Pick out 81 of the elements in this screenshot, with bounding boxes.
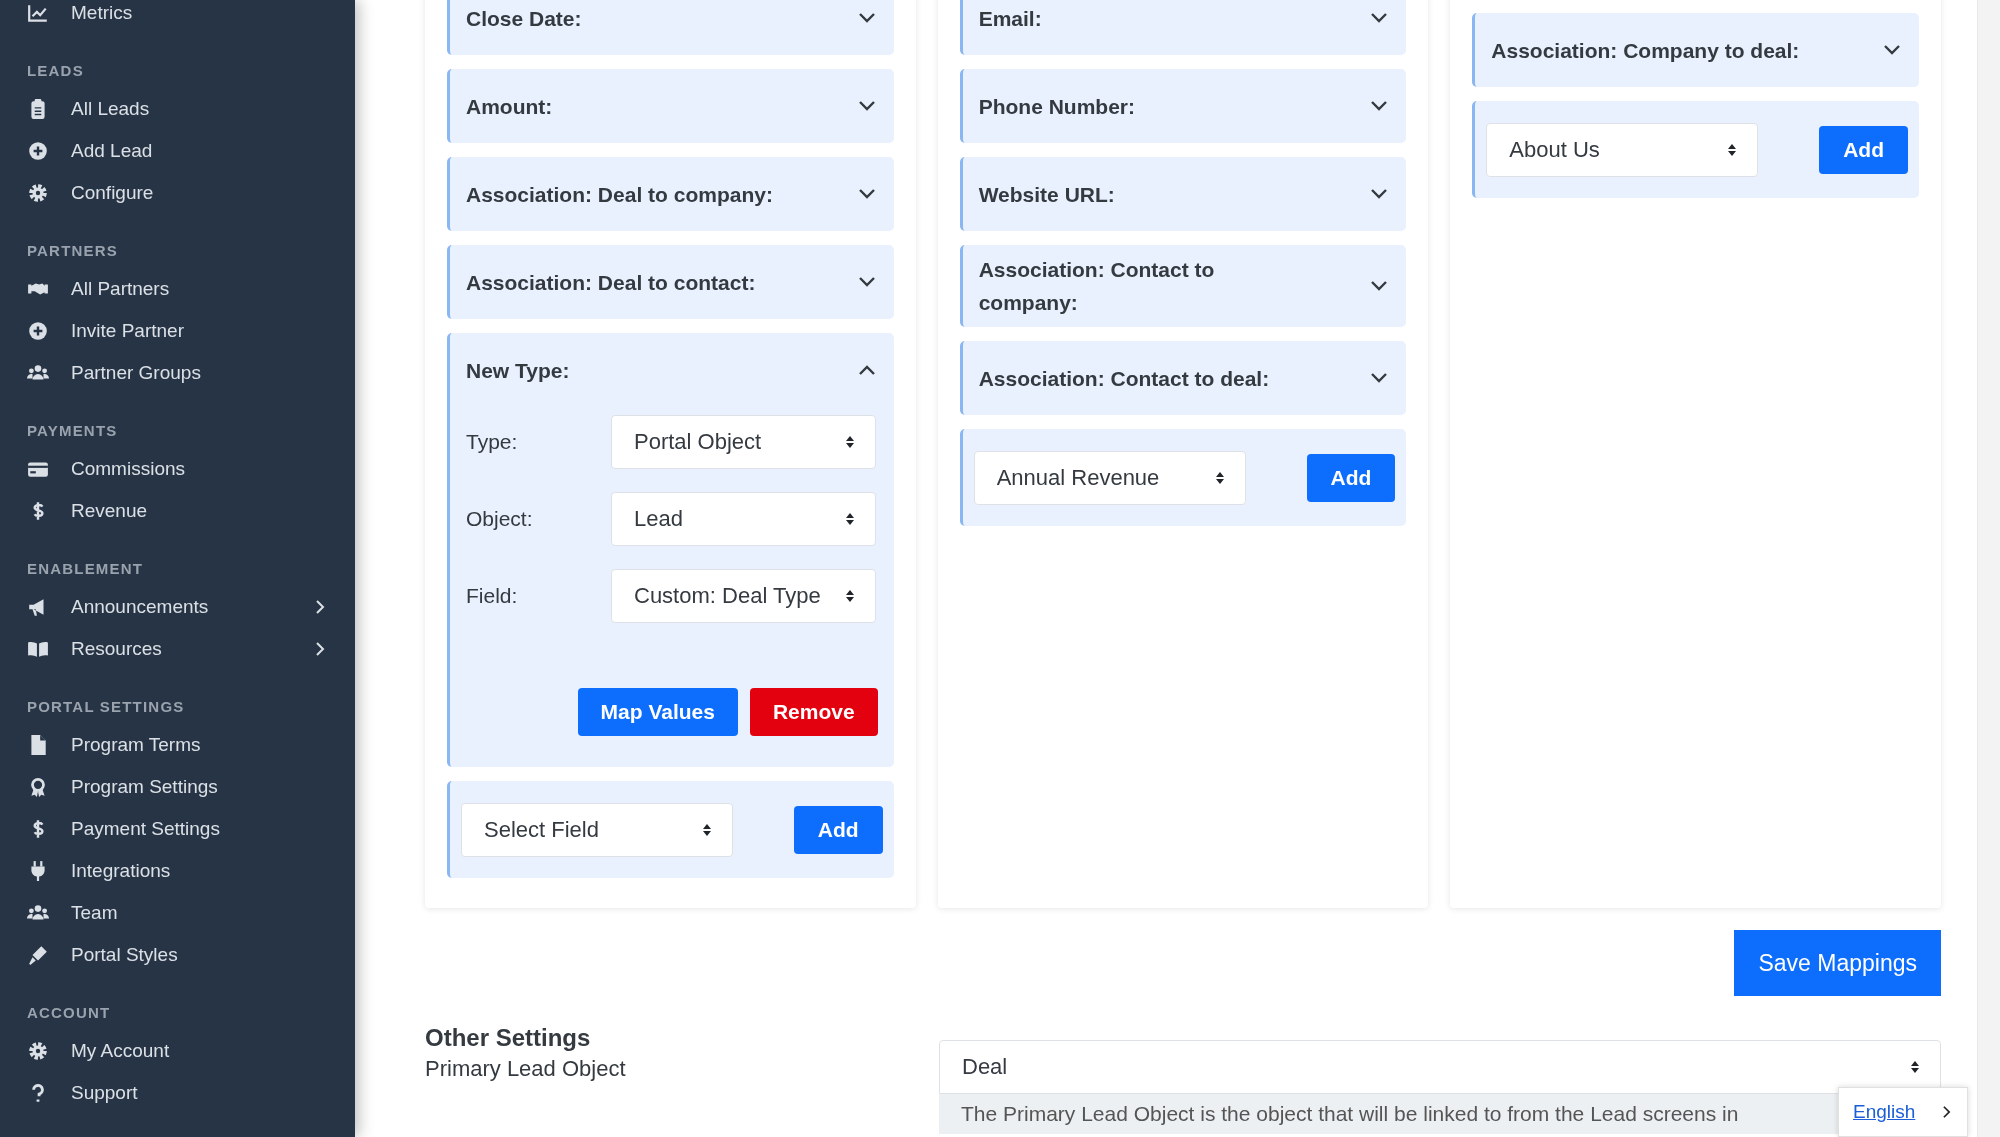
sidebar-item[interactable]: All Partners <box>27 268 329 310</box>
field-header[interactable]: Association: Company to deal: <box>1475 13 1919 87</box>
field-title: Close Date: <box>466 5 582 32</box>
sidebar-item[interactable]: Program Settings <box>27 766 329 808</box>
field-header[interactable]: Email: <box>962 0 1407 55</box>
chevron-right-icon <box>1942 1105 1951 1119</box>
sidebar-item[interactable]: Support <box>27 1072 329 1114</box>
field-title: Website URL: <box>978 181 1115 208</box>
select-arrows-icon <box>1727 142 1738 157</box>
sidebar-item[interactable]: Payment Settings <box>27 808 329 850</box>
field-header[interactable]: Association: Contact to company: <box>962 245 1407 327</box>
section-heading: PARTNERS <box>27 242 119 260</box>
sidebar-item[interactable]: Program Terms <box>27 724 329 766</box>
field-title: Association: Deal to company: <box>466 181 773 208</box>
setting-label: Field: <box>466 584 519 608</box>
plus-icon <box>27 320 49 342</box>
sidebar-item[interactable]: Configure <box>27 172 329 214</box>
sidebar-item[interactable]: All Leads <box>27 88 329 130</box>
sidebar-item[interactable]: Partner Groups <box>27 352 329 394</box>
select-field[interactable]: Lead <box>611 492 876 546</box>
sidebar-item[interactable]: My Account <box>27 1030 329 1072</box>
select-field[interactable]: Portal Object <box>611 415 876 469</box>
add-button[interactable]: Add <box>793 805 883 854</box>
select-field[interactable]: About Us <box>1486 122 1759 177</box>
field-title: Association: Contact to company: <box>978 257 1216 316</box>
sidebar-item[interactable]: Resources <box>27 628 329 670</box>
select-arrows-icon <box>702 822 712 837</box>
section-heading: ACCOUNT <box>27 1004 112 1022</box>
sidebar-item[interactable]: Metrics <box>27 0 329 34</box>
gear-icon <box>27 1040 49 1062</box>
field-title: Amount: <box>466 93 553 120</box>
sidebar-item[interactable]: Revenue <box>27 490 329 532</box>
sidebar-item[interactable]: Commissions <box>27 448 329 490</box>
field-title: Email: <box>978 5 1042 32</box>
field-header[interactable]: New Type: <box>450 333 894 407</box>
select-arrows-icon <box>1910 1060 1920 1074</box>
setting-label: Object: <box>466 507 534 531</box>
section-heading: ENABLEMENT <box>27 560 145 578</box>
save-button[interactable]: Save Mappings <box>1734 930 1941 996</box>
sidebar-item[interactable]: Integrations <box>27 850 329 892</box>
sidebar-item[interactable]: Add Lead <box>27 130 329 172</box>
section-heading: PORTAL SETTINGS <box>27 698 186 716</box>
select-arrows-icon <box>1214 470 1225 485</box>
field-header[interactable]: Association: Deal to company: <box>450 157 894 231</box>
remove-button[interactable]: Remove <box>749 688 878 736</box>
language-link[interactable]: English <box>1853 1101 1916 1123</box>
sidebar-item[interactable]: Portal Styles <box>27 934 329 976</box>
field-title: Phone Number: <box>978 93 1135 120</box>
field-title: Association: Deal to contact: <box>466 269 756 296</box>
hint-text: The Primary Lead Object is the object that will be linked to from the Lead screens in <box>961 1102 1739 1125</box>
section-heading: PAYMENTS <box>27 422 119 440</box>
section-title: Other Settings <box>425 1024 592 1052</box>
field-title: Association: Contact to deal: <box>978 365 1270 392</box>
field-header[interactable]: Amount: <box>450 69 894 143</box>
sidebar-item[interactable]: Announcements <box>27 586 329 628</box>
sidebar-item[interactable]: Team <box>27 892 329 934</box>
select-arrows-icon <box>845 589 855 603</box>
add-button[interactable]: Add <box>1306 453 1396 502</box>
add-button[interactable]: Add <box>1819 125 1908 174</box>
field-title: New Type: <box>466 357 570 384</box>
select-field[interactable]: Deal <box>939 1040 1941 1094</box>
chart-icon <box>27 2 49 24</box>
select-field[interactable]: Custom: Deal Type <box>611 569 876 623</box>
select-field[interactable]: Select Field <box>461 802 733 857</box>
field-header[interactable]: Association: Contact to deal: <box>962 341 1407 415</box>
select-arrows-icon <box>845 512 855 526</box>
field-title: Association: Company to deal: <box>1491 37 1800 64</box>
setting-label: Type: <box>466 430 519 454</box>
field-header[interactable]: Phone Number: <box>962 69 1407 143</box>
plus-icon <box>27 140 49 162</box>
setting-label: Primary Lead Object <box>425 1056 627 1082</box>
section-heading: LEADS <box>27 62 85 80</box>
field-header[interactable]: Association: Deal to contact: <box>450 245 894 319</box>
brush-icon <box>27 944 49 966</box>
action-button[interactable]: Map Values <box>577 688 738 736</box>
select-field[interactable]: Annual Revenue <box>973 450 1246 505</box>
field-header[interactable]: Website URL: <box>962 157 1407 231</box>
field-header[interactable]: Close Date: <box>450 0 894 55</box>
sidebar-item[interactable]: Invite Partner <box>27 310 329 352</box>
select-arrows-icon <box>845 435 855 449</box>
gear-icon <box>27 182 49 204</box>
